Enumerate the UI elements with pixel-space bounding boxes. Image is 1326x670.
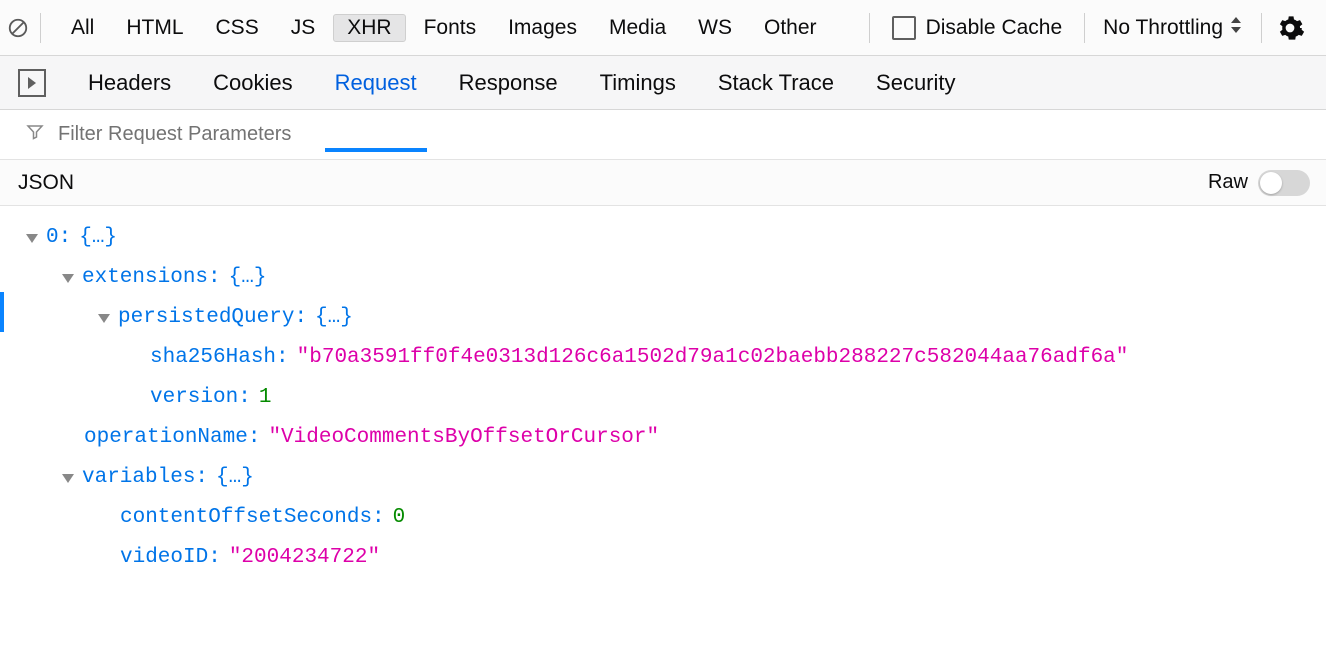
tab-cookies[interactable]: Cookies: [213, 70, 292, 96]
tree-row-operationname[interactable]: operationName: "VideoCommentsByOffsetOrC…: [0, 418, 1326, 458]
tree-row-sha256hash[interactable]: sha256Hash: "b70a3591ff0f4e0313d126c6a15…: [0, 338, 1326, 378]
tree-key: contentOffsetSeconds: [120, 498, 372, 538]
tree-row-variables[interactable]: variables: {…}: [0, 458, 1326, 498]
raw-toggle[interactable]: [1258, 170, 1310, 196]
detail-tabs-container: Headers Cookies Request Response Timings…: [0, 56, 1326, 110]
filter-images[interactable]: Images: [494, 14, 591, 42]
tree-row-videoid[interactable]: videoID: "2004234722": [0, 538, 1326, 578]
tree-value: "b70a3591ff0f4e0313d126c6a1502d79a1c02ba…: [297, 338, 1129, 378]
twisty-icon[interactable]: [62, 474, 74, 483]
throttling-label: No Throttling: [1103, 16, 1223, 40]
json-section-header: JSON Raw: [0, 160, 1326, 206]
checkbox-icon: [892, 16, 916, 40]
divider: [869, 13, 870, 43]
detail-tabs: Headers Cookies Request Response Timings…: [0, 56, 1326, 110]
tree-key: videoID: [120, 538, 208, 578]
filter-ws[interactable]: WS: [684, 14, 746, 42]
toggle-sidebar-button[interactable]: [18, 69, 46, 97]
tree-row-contentoffsetseconds[interactable]: contentOffsetSeconds: 0: [0, 498, 1326, 538]
filter-params-row: [0, 110, 1326, 160]
tree-brace: {…}: [315, 298, 353, 338]
raw-toggle-label: Raw: [1208, 171, 1248, 194]
tree-brace: {…}: [79, 218, 117, 258]
filter-js[interactable]: JS: [277, 14, 330, 42]
filter-xhr[interactable]: XHR: [333, 14, 405, 42]
tree-key: variables: [82, 458, 195, 498]
disable-cache-label: Disable Cache: [926, 16, 1063, 40]
json-tree: 0: {…} extensions: {…} persistedQuery: {…: [0, 206, 1326, 618]
tab-timings[interactable]: Timings: [600, 70, 676, 96]
tree-row-root[interactable]: 0: {…}: [0, 218, 1326, 258]
tree-brace: {…}: [229, 258, 267, 298]
selected-row-indicator: [0, 292, 4, 332]
funnel-icon: [26, 123, 44, 147]
divider: [1084, 13, 1085, 43]
request-type-filters: All HTML CSS JS XHR Fonts Images Media W…: [45, 14, 831, 42]
filter-other[interactable]: Other: [750, 14, 831, 42]
tree-row-extensions[interactable]: extensions: {…}: [0, 258, 1326, 298]
network-filter-toolbar: All HTML CSS JS XHR Fonts Images Media W…: [0, 0, 1326, 56]
tab-response[interactable]: Response: [459, 70, 558, 96]
tab-headers[interactable]: Headers: [88, 70, 171, 96]
tree-key: extensions: [82, 258, 208, 298]
filter-css[interactable]: CSS: [202, 14, 273, 42]
twisty-icon[interactable]: [98, 314, 110, 323]
tree-row-persistedquery[interactable]: persistedQuery: {…}: [0, 298, 1326, 338]
block-icon[interactable]: [0, 0, 36, 56]
filter-media[interactable]: Media: [595, 14, 680, 42]
filter-all[interactable]: All: [57, 14, 108, 42]
tree-brace: {…}: [216, 458, 254, 498]
tree-key: sha256Hash: [150, 338, 276, 378]
filter-html[interactable]: HTML: [112, 14, 197, 42]
tree-value: "VideoCommentsByOffsetOrCursor": [268, 418, 659, 458]
tree-key: 0: [46, 218, 59, 258]
updown-icon: [1229, 16, 1243, 40]
tab-request[interactable]: Request: [335, 70, 417, 96]
tree-value: 1: [259, 378, 272, 418]
settings-button[interactable]: [1266, 0, 1314, 56]
active-tab-underline: [325, 148, 427, 152]
disable-cache-checkbox[interactable]: Disable Cache: [874, 16, 1081, 40]
tab-security[interactable]: Security: [876, 70, 955, 96]
twisty-icon[interactable]: [62, 274, 74, 283]
json-section-label: JSON: [18, 171, 1208, 195]
tree-value: 0: [393, 498, 406, 538]
tree-key: version: [150, 378, 238, 418]
filter-fonts[interactable]: Fonts: [410, 14, 491, 42]
twisty-icon[interactable]: [26, 234, 38, 243]
tab-stack-trace[interactable]: Stack Trace: [718, 70, 834, 96]
tree-value: "2004234722": [229, 538, 380, 578]
filter-params-input[interactable]: [56, 122, 1326, 147]
divider: [40, 13, 41, 43]
switch-knob: [1260, 172, 1282, 194]
tree-key: operationName: [84, 418, 248, 458]
divider: [1261, 13, 1262, 43]
tree-key: persistedQuery: [118, 298, 294, 338]
tree-row-version[interactable]: version: 1: [0, 378, 1326, 418]
throttling-select[interactable]: No Throttling: [1089, 16, 1257, 40]
